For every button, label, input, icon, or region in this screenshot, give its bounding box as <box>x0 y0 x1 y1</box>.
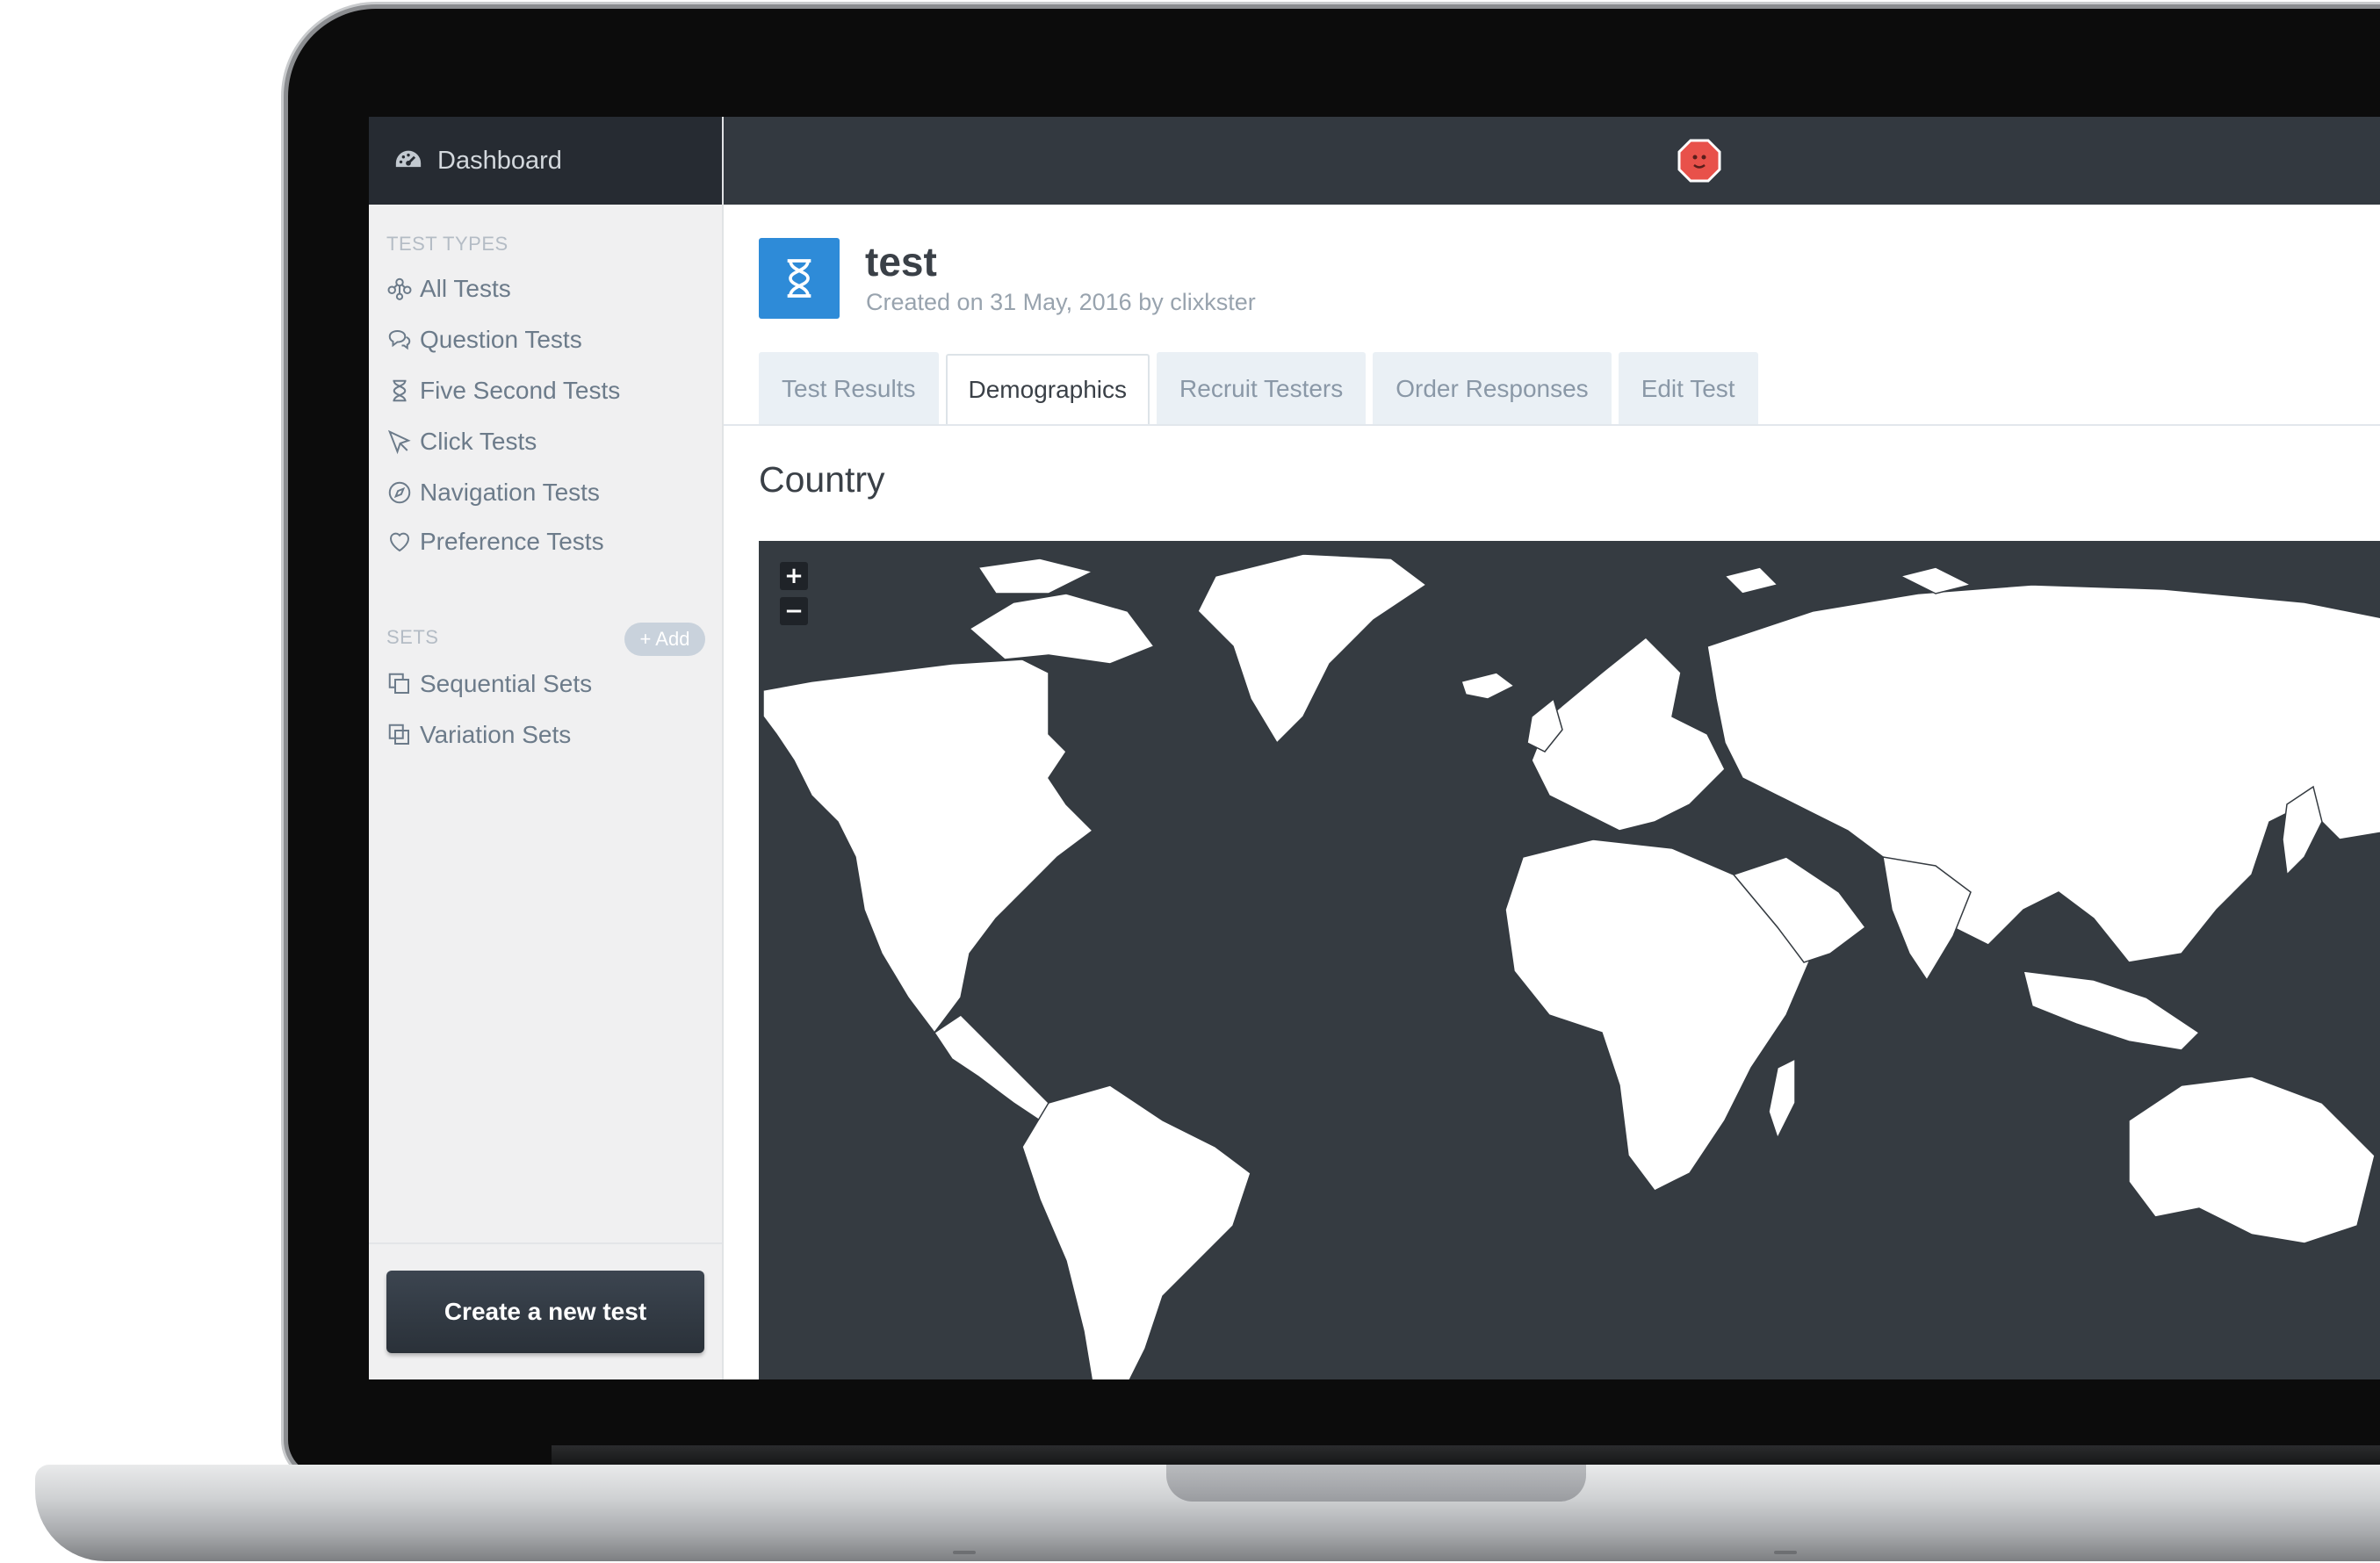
sidebar-item-label: Preference Tests <box>420 528 604 555</box>
map-region-arctic-islands[interactable] <box>968 593 1156 665</box>
laptop-hinge <box>552 1445 2380 1466</box>
sidebar-item-all-tests[interactable]: All Tests <box>386 275 511 303</box>
sidebar-item-label: Question Tests <box>420 326 582 353</box>
tabs-divider <box>724 424 2380 426</box>
map-region-central-america[interactable] <box>933 1014 1049 1122</box>
test-tabs: Test Results Demographics Recruit Tester… <box>759 352 1758 426</box>
map-zoom-out-button[interactable]: − <box>780 597 808 625</box>
map-zoom-in-button[interactable]: + <box>780 562 808 590</box>
section-title: Country <box>759 459 885 500</box>
compass-icon <box>388 481 411 504</box>
chat-bubbles-icon <box>388 329 411 350</box>
sidebar-item-five-second-tests[interactable]: Five Second Tests <box>386 377 620 405</box>
test-created-meta: Created on 31 May, 2016 by clixkster <box>866 289 1256 315</box>
laptop-notch <box>1166 1465 1586 1502</box>
dashboard-label: Dashboard <box>437 146 562 175</box>
sidebar-item-label: Five Second Tests <box>420 377 621 404</box>
heart-icon <box>389 532 410 552</box>
cursor-icon <box>387 429 411 455</box>
tab-test-results[interactable]: Test Results <box>759 352 939 424</box>
world-map[interactable] <box>759 541 2380 1379</box>
test-type-badge <box>759 238 840 319</box>
tab-demographics[interactable]: Demographics <box>945 354 1150 426</box>
app-logo-icon <box>1677 139 1721 183</box>
sidebar-item-preference-tests[interactable]: Preference Tests <box>386 528 604 556</box>
nodes-icon <box>387 277 412 300</box>
sidebar: Dashboard TEST TYPES All Tests Question … <box>369 117 724 1379</box>
app-screen: Dashboard TEST TYPES All Tests Question … <box>369 117 2380 1379</box>
country-map[interactable]: + − <box>759 541 2380 1379</box>
map-region-svalbard[interactable] <box>1723 566 1779 594</box>
sidebar-item-label: Navigation Tests <box>420 479 600 506</box>
tab-order-responses[interactable]: Order Responses <box>1373 352 1612 424</box>
create-new-test-button[interactable]: Create a new test <box>386 1271 704 1353</box>
test-types-heading: TEST TYPES <box>386 233 508 255</box>
map-region-north-america[interactable] <box>762 659 1094 1034</box>
sequential-sets-icon <box>388 673 409 694</box>
variation-sets-icon <box>388 724 409 745</box>
map-region-australia[interactable] <box>2128 1076 2376 1244</box>
sidebar-item-label: All Tests <box>420 275 511 302</box>
tab-recruit-testers[interactable]: Recruit Testers <box>1157 352 1367 424</box>
map-region-greenland[interactable] <box>1197 553 1428 745</box>
sidebar-item-variation-sets[interactable]: Variation Sets <box>386 721 571 749</box>
dashboard-link[interactable]: Dashboard <box>369 117 722 205</box>
dashboard-gauge-icon <box>395 150 422 168</box>
sidebar-item-navigation-tests[interactable]: Navigation Tests <box>386 479 600 507</box>
sidebar-item-question-tests[interactable]: Question Tests <box>386 326 582 354</box>
laptop-foot <box>1774 1551 1797 1554</box>
main-content: test Created on 31 May, 2016 by clixkste… <box>724 205 2380 1379</box>
sidebar-item-label: Click Tests <box>420 428 537 455</box>
tab-edit-test[interactable]: Edit Test <box>1618 352 1758 424</box>
hourglass-icon <box>787 259 811 298</box>
map-region-europe[interactable] <box>1531 636 1726 832</box>
sidebar-item-click-tests[interactable]: Click Tests <box>386 428 537 456</box>
sidebar-footer: Create a new test <box>369 1242 722 1379</box>
sidebar-item-label: Sequential Sets <box>420 670 593 697</box>
hourglass-icon <box>393 379 407 402</box>
map-region-madagascar[interactable] <box>1768 1057 1796 1140</box>
add-set-button[interactable]: + Add <box>624 623 705 656</box>
laptop-foot <box>953 1551 976 1554</box>
map-region-south-america[interactable] <box>1021 1084 1251 1379</box>
map-region-novaya-zemlya[interactable] <box>1898 566 1973 594</box>
map-region-iceland[interactable] <box>1460 672 1516 700</box>
map-region-southeast-asia[interactable] <box>2023 970 2201 1051</box>
top-bar <box>724 117 2380 205</box>
sidebar-item-sequential-sets[interactable]: Sequential Sets <box>386 670 592 698</box>
map-region-baffin[interactable] <box>977 558 1095 594</box>
page-title: test <box>865 239 937 285</box>
sets-heading: SETS <box>386 626 439 648</box>
sidebar-item-label: Variation Sets <box>420 721 572 748</box>
